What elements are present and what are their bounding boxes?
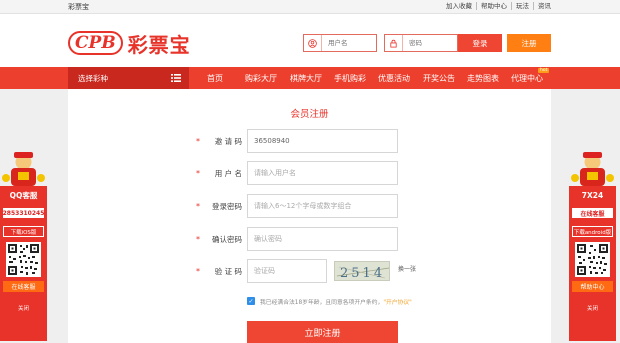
fortune-god-image: [569, 150, 616, 186]
top-links: 加入收藏 帮助中心 玩法 资讯: [442, 2, 555, 10]
left-float-panel: QQ客服 2853310245 下载iOS版 在线客服 关闭: [0, 150, 47, 343]
captcha-text: 2514: [340, 266, 385, 281]
qq-number: 2853310245: [2, 208, 45, 218]
page-title: 会员注册: [290, 109, 329, 120]
register-submit-button[interactable]: 立即注册: [247, 321, 398, 343]
confirm-password-label: 确认密码: [212, 235, 242, 244]
qq-service-label[interactable]: QQ客服: [2, 188, 45, 202]
username-row: * 用 户 名 请输入用户名: [68, 161, 551, 185]
required-mark: *: [196, 137, 200, 146]
right-service-bar: 7X24 在线客服 下载android版 帮助中心 关闭: [569, 186, 616, 341]
fortune-god-image: [0, 150, 47, 186]
left-online-service-button[interactable]: 在线客服: [3, 281, 44, 292]
site-logo[interactable]: CPB 彩票宝: [68, 28, 191, 58]
password-label: 登录密码: [212, 202, 242, 211]
required-mark: *: [196, 235, 200, 244]
main-nav: 选择彩种 首页 购彩大厅 棋牌大厅 手机购彩 优惠活动 开奖公告 走势图表 代理…: [0, 67, 620, 89]
password-input[interactable]: 请输入6～12个字母或数字组合: [247, 194, 398, 218]
download-ios-button[interactable]: 下载iOS版: [3, 226, 44, 237]
login-button[interactable]: 登录: [458, 34, 502, 52]
qr-code-image: [575, 242, 610, 277]
lock-icon: [385, 35, 403, 51]
header-username-input[interactable]: [322, 39, 376, 47]
agreement-text: 我已经满合法18岁年龄，且同意各项开户条约，: [260, 299, 384, 306]
left-close-button[interactable]: 关闭: [0, 304, 47, 312]
required-mark: *: [196, 202, 200, 211]
header-register-button[interactable]: 注册: [507, 34, 551, 52]
gameplay-link[interactable]: 玩法: [511, 2, 533, 10]
service-24h-label: 7X24: [581, 190, 604, 200]
nav-item-mobile[interactable]: 手机购彩: [334, 67, 366, 89]
logo-name: 彩票宝: [127, 32, 191, 57]
invite-code-label: 邀 请 码: [214, 137, 242, 146]
site-name[interactable]: 彩票宝: [68, 2, 89, 12]
header-username-field[interactable]: [303, 34, 377, 52]
nav-item-draw-results[interactable]: 开奖公告: [423, 67, 455, 89]
required-mark: *: [196, 267, 200, 276]
account-agreement-link[interactable]: "开户协议": [383, 297, 412, 306]
right-online-service-label[interactable]: 在线客服: [572, 208, 613, 218]
list-menu-icon: [171, 74, 181, 84]
captcha-label: 验 证 码: [214, 267, 242, 276]
right-help-center-button[interactable]: 帮助中心: [572, 281, 613, 292]
agree-checkbox[interactable]: ✓: [247, 297, 255, 305]
invite-code-input[interactable]: 36508940: [247, 129, 398, 153]
download-android-button[interactable]: 下载android版: [572, 226, 613, 237]
right-float-panel: 7X24 在线客服 下载android版 帮助中心 关闭: [569, 150, 616, 343]
confirm-password-row: * 确认密码 确认密码: [68, 227, 551, 251]
captcha-input[interactable]: 验证码: [247, 259, 327, 283]
logo-mark: CPB: [68, 31, 123, 55]
refresh-captcha-link[interactable]: 换一张: [398, 264, 416, 273]
username-label: 用 户 名: [214, 169, 242, 178]
nav-item-lottery-hall[interactable]: 购彩大厅: [245, 67, 277, 89]
username-input[interactable]: 请输入用户名: [247, 161, 398, 185]
nav-item-promotions[interactable]: 优惠活动: [378, 67, 410, 89]
top-bar: 彩票宝 加入收藏 帮助中心 玩法 资讯: [0, 0, 620, 14]
captcha-image[interactable]: 2514: [334, 261, 390, 281]
header-password-field[interactable]: [384, 34, 458, 52]
add-favorite-link[interactable]: 加入收藏: [442, 2, 476, 10]
header-password-input[interactable]: [403, 39, 457, 47]
help-center-link[interactable]: 帮助中心: [476, 2, 511, 10]
nav-item-trend-charts[interactable]: 走势图表: [467, 67, 499, 89]
right-close-button[interactable]: 关闭: [569, 304, 616, 312]
user-icon: [304, 35, 322, 51]
nav-item-home[interactable]: 首页: [207, 67, 223, 89]
password-row: * 登录密码 请输入6～12个字母或数字组合: [68, 194, 551, 218]
select-lottery-menu[interactable]: 选择彩种: [68, 67, 189, 89]
hot-badge: hot: [538, 68, 550, 73]
required-mark: *: [196, 169, 200, 178]
qr-code-image: [6, 242, 41, 277]
captcha-row: * 验 证 码 验证码 2514 换一张: [68, 259, 551, 283]
qq-service-bar: QQ客服 2853310245 下载iOS版 在线客服 关闭: [0, 186, 47, 341]
confirm-password-input[interactable]: 确认密码: [247, 227, 398, 251]
registration-panel: 会员注册 * 邀 请 码 36508940 * 用 户 名 请输入用户名 * 登…: [68, 89, 551, 343]
invite-code-row: * 邀 请 码 36508940: [68, 129, 551, 153]
news-link[interactable]: 资讯: [533, 2, 555, 10]
select-lottery-label: 选择彩种: [78, 73, 108, 83]
nav-item-chess-hall[interactable]: 棋牌大厅: [290, 67, 322, 89]
agreement-row: ✓ 我已经满合法18岁年龄，且同意各项开户条约， "开户协议": [247, 296, 412, 306]
